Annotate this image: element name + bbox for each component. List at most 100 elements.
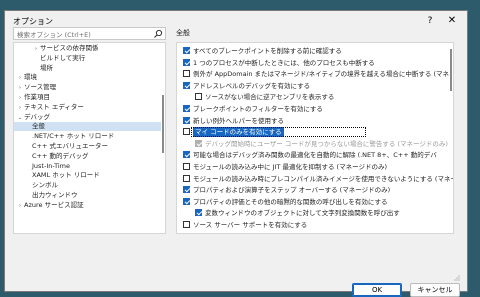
tree-item[interactable]: › サービスの依存関係 — [14, 44, 161, 53]
option-label: 新しい例外ヘルパーを使用する — [193, 116, 284, 125]
option-row[interactable]: 新しい例外ヘルパーを使用する — [183, 116, 449, 126]
option-label: ブレークポイントのフィルターを有効にする — [193, 105, 323, 113]
help-button[interactable]: ? — [423, 14, 437, 28]
search-input[interactable]: 検索オプション (Ctrl+E) — [13, 27, 166, 40]
tree-item[interactable]: シンボル — [14, 181, 161, 190]
tree-item-label: C++ 式エバリュエーター — [32, 142, 108, 150]
tree-item-label: ビルドして実行 — [40, 53, 86, 62]
option-checkbox[interactable] — [183, 116, 190, 124]
resize-grip-icon[interactable] — [454, 275, 460, 281]
option-checkbox[interactable] — [183, 128, 190, 136]
option-checkbox[interactable] — [183, 47, 190, 54]
option-row[interactable]: アドレスレベルのデバッグを有効にする — [183, 81, 449, 91]
option-checkbox — [195, 139, 202, 147]
tree-item[interactable]: 全般 — [14, 122, 161, 132]
option-row[interactable]: ソース サーバー サポートを有効にする — [183, 220, 449, 230]
option-row[interactable]: 1 つのプロセスが中断したときには、他のプロセスも中断する — [183, 58, 449, 68]
option-label: 例外が AppDomain またはマネージド/ネイティブの境界を越える場合に中断… — [193, 70, 450, 79]
tree-item-label: 場所 — [40, 63, 53, 72]
tree-item-label: .NET/C++ ホット リロード — [32, 132, 115, 141]
option-label: ソース サーバー サポートを有効にする — [193, 221, 308, 229]
option-label: ソースがない場合に逆アセンブリを表示する — [205, 93, 335, 102]
option-checkbox[interactable] — [183, 163, 190, 170]
tree-item[interactable]: 場所 — [14, 64, 161, 73]
option-row[interactable]: マイ コードのみを有効にする — [183, 127, 449, 138]
option-checkbox[interactable] — [183, 105, 190, 112]
options-tree[interactable]: › サービスの依存関係 ビルドして実行 場所 › 環境 › ソース管理 › 作業項目 › テキスト エ… — [13, 42, 166, 234]
tree-item-label: テキスト エディター — [24, 102, 84, 111]
tree-item[interactable]: C++ 式エバリュエーター — [14, 142, 161, 151]
chevron-icon[interactable]: › — [16, 74, 24, 83]
options-panel: すべてのブレークポイントを削除する前に確認する 1 つのプロセスが中断したときには… — [176, 42, 454, 234]
cancel-button[interactable]: キャンセル — [410, 283, 460, 297]
search-placeholder: 検索オプション (Ctrl+E) — [17, 31, 91, 39]
tree-item-label: シンボル — [32, 181, 58, 190]
option-row[interactable]: モジュールの読み込み中に JIT 最適化を抑制する (マネージドのみ) — [183, 162, 449, 172]
tree-item-label: ソース管理 — [24, 83, 57, 92]
option-label: プロパティおよび演算子をステップ オーバーする (マネージドのみ) — [193, 186, 391, 195]
option-label: モジュールの読み込み時にプレコンパイル済みイメージを使用できないようにする (マ… — [193, 174, 454, 183]
option-checkbox[interactable] — [183, 221, 190, 228]
chevron-icon[interactable]: › — [32, 45, 40, 54]
option-checkbox[interactable] — [183, 58, 190, 66]
dialog-title: オプション — [13, 17, 53, 26]
tree-item[interactable]: ⌄ デバッグ — [14, 113, 161, 122]
option-label: アドレスレベルのデバッグを有効にする — [193, 81, 311, 90]
option-label: 変数ウィンドウのオブジェクトに対して文字列変換関数を呼び出す — [205, 209, 400, 218]
close-button[interactable]: ✕ — [445, 14, 459, 28]
tree-item[interactable]: Just-In-Time — [14, 162, 161, 171]
tree-item[interactable]: .NET/C++ ホット リロード — [14, 132, 161, 141]
option-label: 1 つのプロセスが中断したときには、他のプロセスも中断する — [193, 58, 375, 67]
tree-item[interactable]: › 作業項目 — [14, 93, 161, 102]
tree-scrollbar-thumb[interactable] — [162, 95, 164, 153]
ok-button[interactable]: OK — [352, 283, 402, 297]
tree-item-label: 全般 — [32, 122, 45, 131]
search-icon[interactable] — [153, 29, 163, 39]
chevron-icon[interactable]: › — [16, 84, 24, 93]
option-row[interactable]: ソースがない場合に逆アセンブリを表示する — [195, 92, 449, 102]
tree-item[interactable]: C++ 動的デバッグ — [14, 152, 161, 161]
tree-item[interactable]: 出力ウィンドウ — [14, 191, 161, 200]
option-checkbox[interactable] — [183, 70, 190, 78]
option-row[interactable]: 例外が AppDomain またはマネージド/ネイティブの境界を越える場合に中断… — [183, 69, 449, 79]
option-checkbox[interactable] — [183, 151, 190, 159]
option-row[interactable]: プロパティの評価とその他の暗黙的な関数の呼び出しを有効にする — [183, 197, 449, 207]
tree-item-label: Azure サービス認証 — [24, 200, 84, 209]
panel-scrollbar-thumb[interactable] — [450, 49, 452, 91]
tree-item[interactable]: XAML ホット リロード — [14, 171, 161, 180]
option-checkbox[interactable] — [183, 174, 190, 182]
option-row[interactable]: デバッグ開始時にユーザー コードが見つからない場合に警告する (マネージドのみ) — [195, 139, 449, 149]
option-label: モジュールの読み込み中に JIT 最適化を抑制する (マネージドのみ) — [193, 163, 387, 171]
tree-item-label: Just-In-Time — [32, 161, 71, 170]
tree-item[interactable]: › Azure サービス認証 — [14, 201, 161, 210]
option-checkbox[interactable] — [195, 209, 202, 217]
option-label: プロパティの評価とその他の暗黙的な関数の呼び出しを有効にする — [193, 197, 388, 206]
option-checkbox[interactable] — [183, 81, 190, 89]
option-label: すべてのブレークポイントを削除する前に確認する — [193, 47, 342, 55]
tree-item[interactable]: ビルドして実行 — [14, 54, 161, 63]
tree-item-label: XAML ホット リロード — [32, 171, 100, 180]
option-row[interactable]: 可能な場合はデバッグ済み関数の最適化を自動的に解除 (.NET 8+、C++ 動… — [183, 150, 449, 160]
tree-item-label: 環境 — [24, 73, 37, 82]
tree-item-label: C++ 動的デバッグ — [32, 151, 89, 160]
section-label: 全般 — [176, 29, 190, 37]
option-row[interactable]: ブレークポイントのフィルターを有効にする — [183, 104, 449, 114]
option-row[interactable]: プロパティおよび演算子をステップ オーバーする (マネージドのみ) — [183, 185, 449, 195]
tree-item[interactable]: › 環境 — [14, 73, 161, 82]
chevron-icon[interactable]: › — [16, 94, 24, 103]
option-row[interactable]: モジュールの読み込み時にプレコンパイル済みイメージを使用できないようにする (マ… — [183, 174, 453, 184]
tree-item-label: 作業項目 — [24, 93, 50, 101]
option-checkbox[interactable] — [195, 93, 202, 101]
option-label: デバッグ開始時にユーザー コードが見つからない場合に警告する (マネージドのみ) — [205, 139, 448, 148]
tree-item[interactable]: › テキスト エディター — [14, 103, 161, 112]
option-label: 可能な場合はデバッグ済み関数の最適化を自動的に解除 (.NET 8+、C++ 動… — [193, 151, 437, 160]
option-row[interactable]: 変数ウィンドウのオブジェクトに対して文字列変換関数を呼び出す — [195, 208, 449, 218]
option-checkbox[interactable] — [183, 197, 190, 205]
tree-item-label: 出力ウィンドウ — [32, 191, 78, 199]
chevron-icon[interactable]: › — [16, 202, 24, 211]
chevron-icon[interactable]: ⌄ — [16, 114, 24, 123]
option-row[interactable]: すべてのブレークポイントを削除する前に確認する — [183, 46, 449, 56]
chevron-icon[interactable]: › — [16, 104, 24, 113]
tree-item[interactable]: › ソース管理 — [14, 83, 161, 92]
option-checkbox[interactable] — [183, 186, 190, 194]
